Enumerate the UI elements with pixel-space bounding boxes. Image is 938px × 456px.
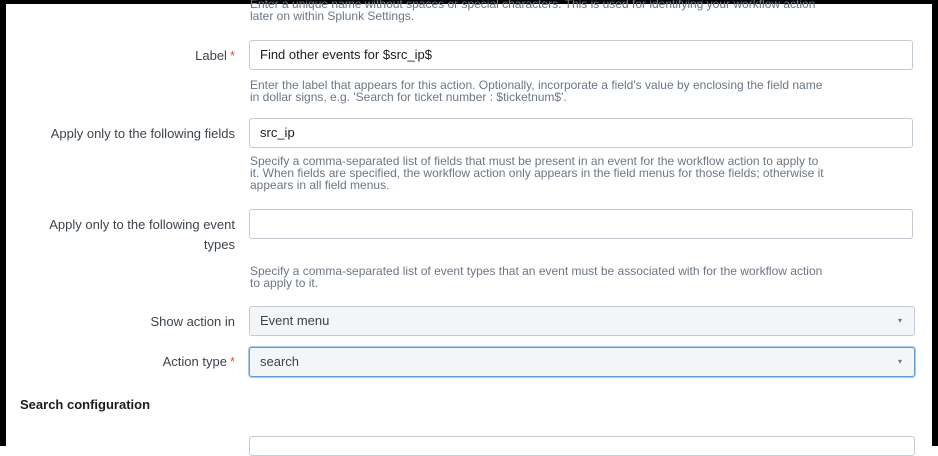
show-action-in-select[interactable]: Event menu ▾: [249, 306, 915, 336]
show-action-in-label: Show action in: [150, 314, 235, 329]
apply-event-types-label: Apply only to the following event types: [49, 217, 235, 252]
apply-fields-input[interactable]: src_ip: [249, 118, 913, 148]
chevron-down-icon: ▾: [897, 357, 902, 366]
search-string-input[interactable]: [249, 436, 915, 456]
label-field-label: Label *: [195, 48, 235, 63]
show-action-in-value: Event menu: [260, 313, 330, 328]
apply-event-types-input[interactable]: [249, 209, 913, 239]
right-black-bar: [932, 0, 938, 446]
action-type-value: search: [260, 354, 300, 369]
label-help-text: Enter the label that appears for this ac…: [250, 78, 823, 104]
name-help-text: Enter a unique name without spaces or sp…: [250, 0, 816, 23]
required-asterisk: *: [229, 48, 235, 63]
action-type-label: Action type *: [162, 354, 235, 369]
label-input[interactable]: Find other events for $src_ip$: [249, 40, 913, 70]
apply-fields-label: Apply only to the following fields: [50, 126, 235, 141]
chevron-down-icon: ▾: [897, 316, 902, 325]
apply-fields-help-text: Specify a comma-separated list of fields…: [250, 154, 824, 192]
search-configuration-heading: Search configuration: [20, 397, 151, 412]
left-black-bar: [0, 0, 6, 446]
action-type-select[interactable]: search ▾: [249, 347, 915, 377]
apply-event-types-help-text: Specify a comma-separated list of event …: [250, 264, 823, 290]
required-asterisk: *: [229, 354, 235, 369]
